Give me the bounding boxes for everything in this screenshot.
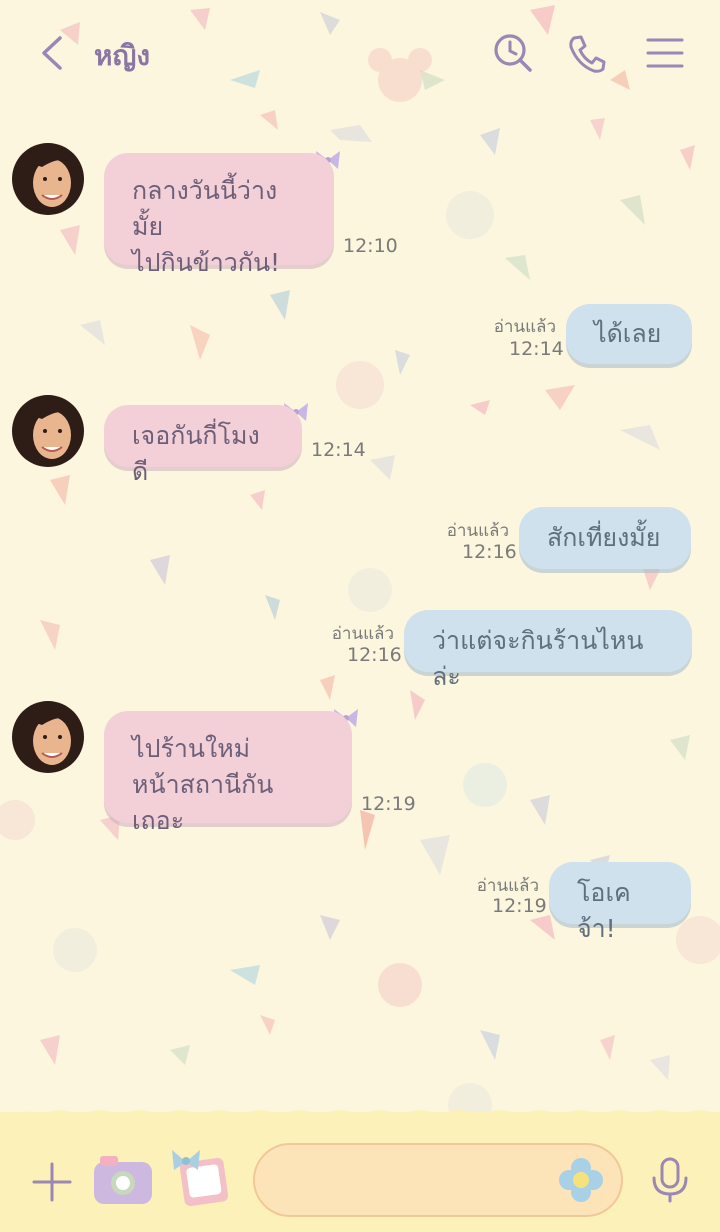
back-arrow-icon[interactable] xyxy=(32,30,78,76)
avatar[interactable] xyxy=(12,395,84,467)
message-time: 12:16 xyxy=(347,644,402,666)
camera-icon[interactable] xyxy=(92,1152,154,1208)
contact-name[interactable]: หญิง xyxy=(94,34,150,78)
microphone-icon[interactable] xyxy=(648,1156,692,1204)
message-time: 12:19 xyxy=(361,793,416,815)
avatar-photo xyxy=(12,701,84,773)
message-bubble-incoming[interactable]: กลางวันนี้ว่างมั้ย ไปกินข้าวกัน! xyxy=(104,153,334,277)
menu-icon[interactable] xyxy=(642,30,688,76)
read-receipt: อ่านแล้ว xyxy=(446,521,509,541)
message-time: 12:14 xyxy=(311,439,366,461)
message-time: 12:10 xyxy=(343,235,398,257)
photo-icon[interactable] xyxy=(168,1146,232,1210)
message-time: 12:19 xyxy=(492,895,547,917)
message-bubble-incoming[interactable]: ไปร้านใหม่ หน้าสถานีกันเถอะ xyxy=(104,711,352,835)
avatar-photo xyxy=(12,143,84,215)
phone-icon[interactable] xyxy=(564,30,610,76)
message-bubble-outgoing[interactable]: ว่าแต่จะกินร้านไหนล่ะ xyxy=(404,610,692,691)
message-bubble-incoming[interactable]: เจอกันกี่โมงดี xyxy=(104,405,302,486)
message-bubble-outgoing[interactable]: โอเคจ้า! xyxy=(549,862,691,943)
chat-header: หญิง xyxy=(0,0,720,108)
plus-icon[interactable] xyxy=(30,1160,74,1204)
message-time: 12:14 xyxy=(509,338,564,360)
read-receipt: อ่านแล้ว xyxy=(331,624,394,644)
emoji-flower-icon[interactable] xyxy=(558,1157,604,1203)
avatar-photo xyxy=(12,395,84,467)
message-time: 12:16 xyxy=(462,541,517,563)
avatar[interactable] xyxy=(12,701,84,773)
message-bubble-outgoing[interactable]: ได้เลย xyxy=(566,304,692,364)
search-icon[interactable] xyxy=(490,30,536,76)
message-bubble-outgoing[interactable]: สักเที่ยงมั้ย xyxy=(519,507,691,569)
read-receipt: อ่านแล้ว xyxy=(493,317,556,337)
avatar[interactable] xyxy=(12,143,84,215)
